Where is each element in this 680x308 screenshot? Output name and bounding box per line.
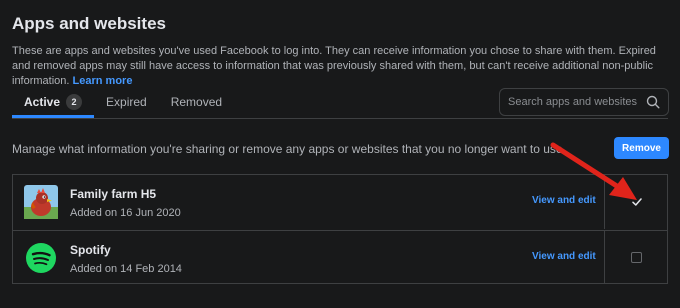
spotify-logo-icon: [24, 241, 58, 275]
view-and-edit-link[interactable]: View and edit: [532, 251, 596, 262]
family-farm-logo-icon: [24, 185, 58, 219]
app-name: Spotify: [70, 243, 111, 257]
view-and-edit-link[interactable]: View and edit: [532, 195, 596, 206]
tab-active[interactable]: Active 2: [12, 86, 95, 118]
select-cell: [604, 231, 668, 284]
app-row-family-farm: Family farm H5 Added on 16 Jun 2020 View…: [13, 175, 667, 229]
apps-table: Family farm H5 Added on 16 Jun 2020 View…: [12, 174, 668, 284]
tab-bar: Active 2 Expired Removed: [12, 86, 234, 118]
tab-divider: [12, 118, 668, 119]
search-box: [499, 88, 669, 116]
manage-instructions: Manage what information you're sharing o…: [12, 142, 566, 156]
select-checkbox[interactable]: [631, 252, 642, 263]
tab-active-label: Active: [24, 95, 61, 109]
select-cell: [604, 175, 668, 229]
page-title: Apps and websites: [12, 14, 166, 33]
tab-expired[interactable]: Expired: [94, 86, 159, 118]
tab-active-count-badge: 2: [66, 94, 83, 110]
app-row-spotify: Spotify Added on 14 Feb 2014 View and ed…: [13, 230, 667, 284]
app-name: Family farm H5: [70, 187, 157, 201]
app-added-date: Added on 14 Feb 2014: [70, 263, 182, 275]
tab-removed-label: Removed: [170, 95, 223, 109]
search-icon[interactable]: [646, 95, 660, 109]
search-input[interactable]: [508, 96, 646, 108]
remove-button[interactable]: Remove: [614, 137, 669, 159]
page-description: These are apps and websites you've used …: [12, 44, 672, 89]
tab-removed[interactable]: Removed: [159, 86, 234, 118]
checkmark-icon[interactable]: [631, 196, 643, 208]
tab-expired-label: Expired: [106, 95, 147, 109]
app-added-date: Added on 16 Jun 2020: [70, 207, 181, 219]
